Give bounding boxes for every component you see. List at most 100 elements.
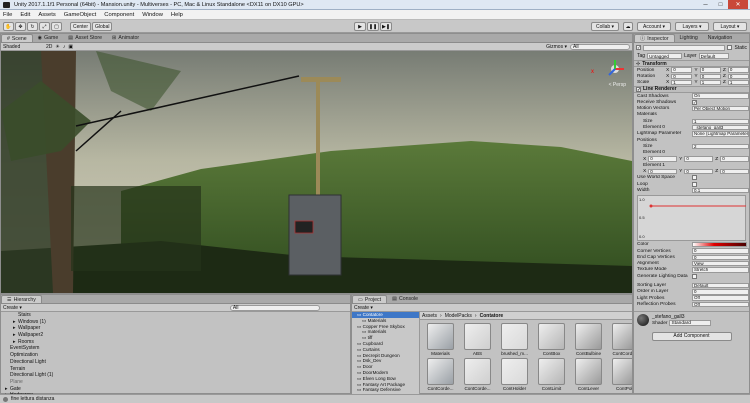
- status-text[interactable]: fine lettura distanza: [11, 396, 54, 402]
- transform-y-field[interactable]: 0: [699, 73, 721, 80]
- global-local-toggle[interactable]: Global: [92, 22, 113, 31]
- project-folder-item[interactable]: ▭ Fantasy Defensive: [352, 387, 419, 393]
- order-field[interactable]: 0: [692, 289, 749, 295]
- tab-navigation[interactable]: Navigation: [703, 34, 738, 42]
- e1-x-field[interactable]: 0: [648, 168, 678, 175]
- layer-dropdown[interactable]: Default: [698, 53, 729, 59]
- hand-tool-button[interactable]: ✋: [3, 22, 14, 31]
- mode-2d-toggle[interactable]: 2D: [46, 44, 52, 50]
- loop-checkbox[interactable]: [692, 181, 697, 187]
- element0-material-field[interactable]: _stefano_gall3: [692, 124, 749, 131]
- hierarchy-item[interactable]: Terrain: [3, 366, 350, 373]
- move-tool-button[interactable]: ✥: [15, 22, 26, 31]
- asset-tile[interactable]: ContCorde...: [424, 358, 457, 391]
- transform-x-field[interactable]: 0: [671, 73, 693, 80]
- pause-button[interactable]: ❚❚: [367, 22, 379, 31]
- project-create-button[interactable]: Create ▾: [354, 305, 373, 311]
- hierarchy-search-input[interactable]: All: [229, 304, 320, 311]
- hierarchy-item[interactable]: ▸ Rooms: [3, 339, 350, 346]
- material-preview[interactable]: _stefano_gall3 Shader Standard: [634, 310, 749, 329]
- breadcrumb-item[interactable]: ModelPacks: [445, 313, 472, 319]
- menu-item-window[interactable]: Window: [142, 10, 163, 20]
- step-button[interactable]: ▶❚: [380, 22, 392, 31]
- menu-item-component[interactable]: Component: [104, 10, 134, 20]
- receive-shadows-checkbox[interactable]: [692, 99, 697, 105]
- transform-x-field[interactable]: 1: [671, 80, 693, 86]
- tab-scene[interactable]: # Scene: [1, 34, 33, 42]
- scene-viewport[interactable]: x: [1, 51, 632, 293]
- motion-vectors-dropdown[interactable]: Per Object Motion: [692, 105, 749, 112]
- audio-icon[interactable]: ♪: [63, 44, 66, 50]
- close-button[interactable]: ✕: [728, 0, 748, 9]
- account-dropdown[interactable]: Account ▾: [637, 22, 671, 31]
- tab-project[interactable]: ▭ Project: [352, 295, 388, 303]
- positions-foldout[interactable]: Positions: [634, 138, 692, 143]
- tab-console[interactable]: ▤ Console: [387, 295, 423, 303]
- maximize-button[interactable]: □: [713, 0, 728, 9]
- e0-x-field[interactable]: 0: [648, 156, 678, 162]
- scene-search-input[interactable]: All: [570, 43, 630, 50]
- cloud-icon[interactable]: ☁: [623, 22, 633, 31]
- hierarchy-item[interactable]: EventSystem: [3, 345, 350, 352]
- asset-tile[interactable]: brushed_m...: [498, 323, 531, 356]
- asset-tile[interactable]: ContHolder: [498, 358, 531, 391]
- transform-x-field[interactable]: 0: [671, 67, 693, 73]
- add-component-button[interactable]: Add Component: [651, 331, 732, 341]
- hierarchy-item[interactable]: Directional Light (1): [3, 372, 350, 379]
- shader-dropdown[interactable]: Standard: [669, 320, 712, 327]
- shading-dropdown[interactable]: Shaded: [3, 44, 43, 50]
- scene-gizmo[interactable]: [604, 58, 626, 80]
- rect-tool-button[interactable]: ▢: [51, 22, 62, 31]
- line-renderer-header[interactable]: Line Renderer: [634, 85, 749, 93]
- transform-z-field[interactable]: 0: [727, 67, 749, 73]
- cast-shadows-dropdown[interactable]: On: [692, 93, 749, 99]
- gameobject-name-field[interactable]: [643, 44, 726, 51]
- transform-z-field[interactable]: 1: [727, 80, 749, 86]
- menu-item-gameobject[interactable]: GameObject: [64, 10, 97, 20]
- breadcrumb-item[interactable]: Assets: [422, 313, 437, 319]
- e1-z-field[interactable]: 0: [720, 168, 749, 175]
- gen-light-checkbox[interactable]: [692, 273, 697, 279]
- line-renderer-enabled-checkbox[interactable]: [636, 86, 641, 92]
- hierarchy-item[interactable]: Directional Light: [3, 359, 350, 366]
- hierarchy-item[interactable]: ▸ Wallpaper2: [3, 332, 350, 339]
- tab-asset-store[interactable]: ▤ Asset Store: [63, 34, 107, 42]
- corner-field[interactable]: 0: [692, 248, 749, 254]
- menu-item-assets[interactable]: Assets: [38, 10, 55, 20]
- tab-animator[interactable]: ⊞ Animator: [107, 34, 144, 42]
- layers-dropdown[interactable]: Layers ▾: [675, 22, 709, 31]
- transform-header[interactable]: ⊹ Transform: [634, 60, 749, 67]
- hierarchy-item[interactable]: Optimization: [3, 352, 350, 359]
- static-checkbox[interactable]: [727, 45, 733, 50]
- asset-tile[interactable]: Materials: [424, 323, 457, 356]
- positions-size-field[interactable]: 2: [692, 143, 749, 150]
- asset-tile[interactable]: ContPole: [609, 358, 632, 391]
- asset-tile[interactable]: ContBox: [535, 323, 568, 356]
- light-probes-dropdown[interactable]: Off: [692, 295, 749, 301]
- minimize-button[interactable]: ─: [698, 0, 713, 9]
- lightmap-field[interactable]: None (Lightmap Parameters): [692, 131, 749, 137]
- effects-icon[interactable]: ▣: [68, 44, 73, 50]
- asset-tile[interactable]: ContLever: [572, 358, 605, 391]
- gameobject-active-checkbox[interactable]: [636, 45, 641, 50]
- menu-item-file[interactable]: File: [3, 10, 12, 20]
- sorting-dropdown[interactable]: Default: [692, 282, 749, 289]
- color-gradient-field[interactable]: [692, 242, 747, 248]
- refl-dropdown[interactable]: Off: [692, 301, 749, 308]
- e0-z-field[interactable]: 0: [720, 156, 749, 162]
- gizmos-dropdown[interactable]: Gizmos ▾: [546, 44, 567, 50]
- pivot-center-toggle[interactable]: Center: [70, 22, 92, 31]
- asset-tile[interactable]: ContBulbine: [572, 323, 605, 356]
- breadcrumb-item[interactable]: Contatore: [480, 313, 504, 319]
- width-field[interactable]: 0.1: [692, 187, 749, 194]
- lighting-icon[interactable]: ☀: [55, 44, 59, 50]
- asset-tile[interactable]: ContCorde...: [609, 323, 632, 356]
- tab-hierarchy[interactable]: ☰ Hierarchy: [1, 295, 42, 303]
- tab-inspector[interactable]: ⓘ Inspector: [634, 34, 675, 42]
- endcap-field[interactable]: 0: [692, 254, 749, 261]
- play-button[interactable]: ▶: [354, 22, 366, 31]
- asset-tile[interactable]: ContLimit: [535, 358, 568, 391]
- e0-y-field[interactable]: 0: [684, 156, 714, 162]
- alignment-dropdown[interactable]: View: [692, 260, 749, 267]
- tab-game[interactable]: ◉ Game: [33, 34, 64, 42]
